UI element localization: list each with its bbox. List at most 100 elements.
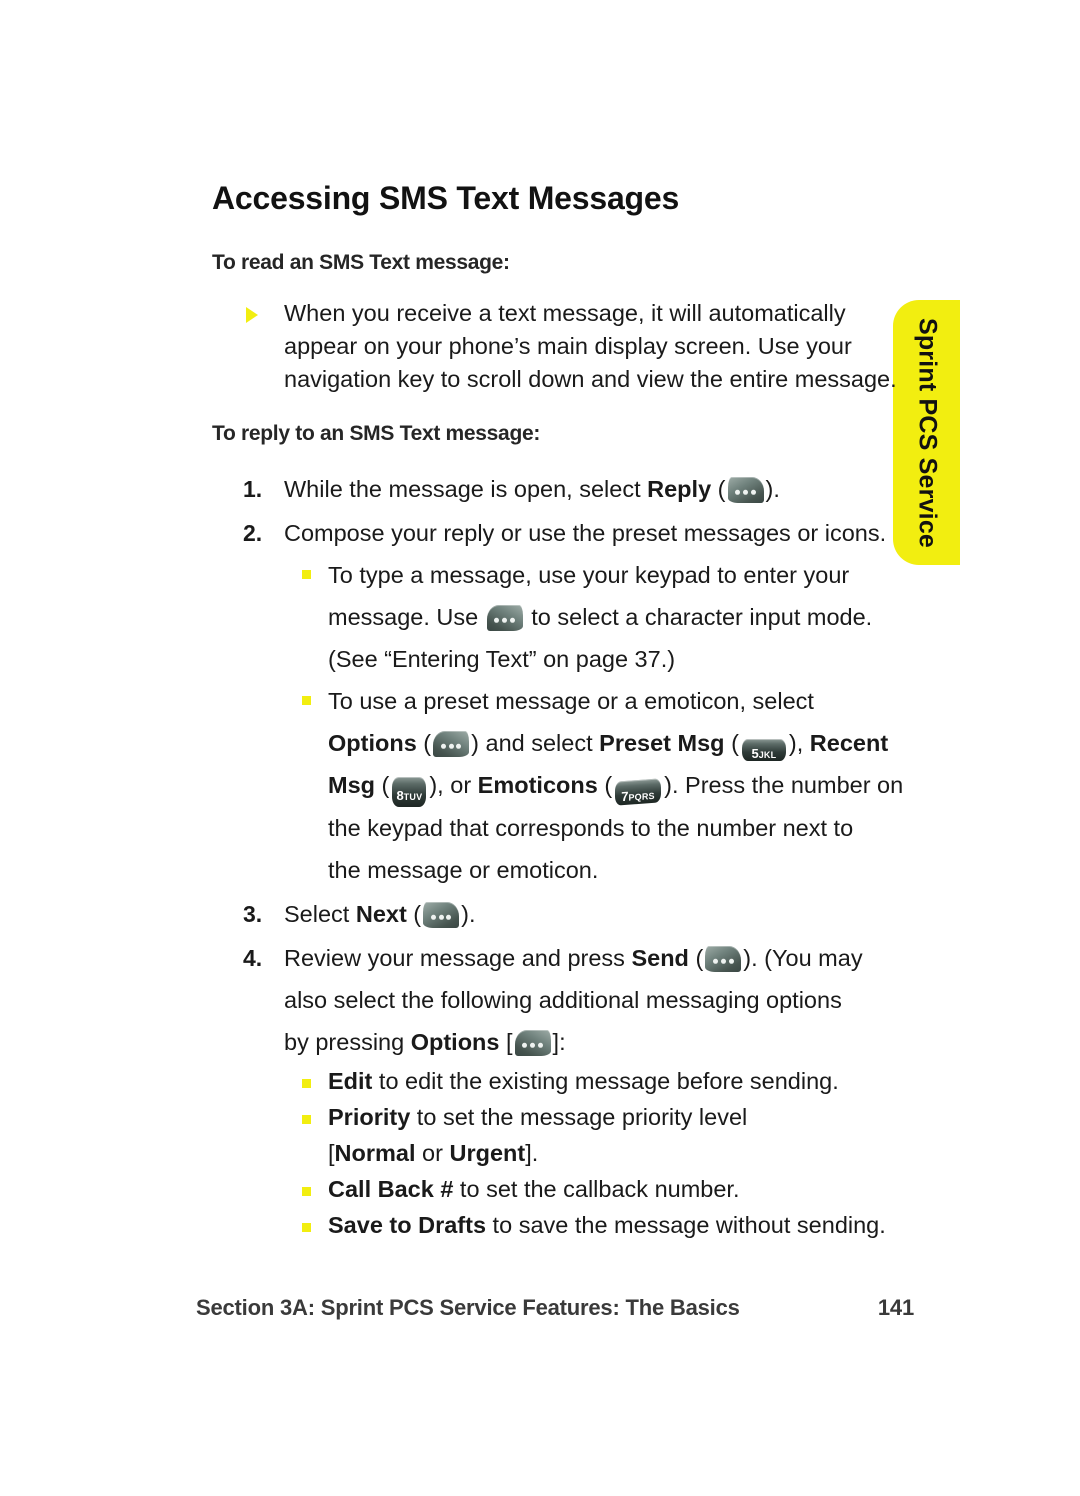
text-mid: ) and select bbox=[471, 730, 600, 756]
subitem-line1: To use a preset message or a emoticon, s… bbox=[328, 688, 814, 714]
list-item: To type a message, use your keypad to en… bbox=[302, 554, 912, 680]
key-letters: JKL bbox=[758, 750, 777, 760]
option-text: to set the message priority level bbox=[410, 1104, 748, 1130]
softkey-right-icon bbox=[433, 731, 470, 757]
page-footer: Section 3A: Sprint PCS Service Features:… bbox=[196, 1295, 914, 1321]
key-letters: PQRS bbox=[628, 790, 655, 803]
step-number: 1. bbox=[243, 476, 263, 502]
step-text-pre: Review your message and press bbox=[284, 945, 632, 971]
read-bullet-list: When you receive a text message, it will… bbox=[212, 297, 912, 396]
option-keyword: Save to Drafts bbox=[328, 1212, 487, 1238]
subitem-line2-post: to select a character input mode. bbox=[524, 604, 873, 630]
footer-section-label: Section 3A: Sprint PCS Service Features:… bbox=[196, 1295, 740, 1320]
paren-open: ( bbox=[711, 476, 726, 502]
subitem-line3: (See “Entering Text” on page 37.) bbox=[328, 646, 676, 672]
bracket-close: ]: bbox=[552, 1029, 566, 1055]
paren-open: ( bbox=[688, 945, 704, 971]
list-item: To use a preset message or a emoticon, s… bbox=[302, 680, 912, 891]
bracket-close: ]. bbox=[525, 1140, 539, 1166]
step-text: Compose your reply or use the preset mes… bbox=[284, 520, 887, 546]
subitem-line2-pre: message. Use bbox=[328, 604, 485, 630]
step-number: 3. bbox=[243, 901, 263, 927]
option-text: to save the message without sending. bbox=[486, 1212, 886, 1238]
bracket-open: [ bbox=[499, 1029, 513, 1055]
subitem-line4: the keypad that corresponds to the numbe… bbox=[328, 815, 854, 841]
softkey-left-icon bbox=[727, 477, 764, 503]
step-keyword: Reply bbox=[647, 476, 712, 502]
list-item: When you receive a text message, it will… bbox=[212, 297, 912, 396]
options-keyword: Options bbox=[410, 1029, 500, 1055]
paren-open: ( bbox=[406, 901, 422, 927]
paren-close: ). bbox=[765, 476, 780, 502]
paren-close: ). bbox=[461, 901, 476, 927]
list-item: 4. Review your message and press Send ()… bbox=[212, 937, 912, 1243]
option-text: to set the callback number. bbox=[453, 1176, 740, 1202]
send-keyword: Send bbox=[631, 945, 689, 971]
list-item: 3. Select Next (). bbox=[212, 893, 912, 935]
step-number: 4. bbox=[243, 945, 263, 971]
reply-steps-list: 1. While the message is open, select Rep… bbox=[212, 468, 912, 1243]
manual-page: Sprint PCS Service Accessing SMS Text Me… bbox=[0, 0, 1080, 1496]
keypad-key-8-icon: 8TUV bbox=[392, 777, 427, 807]
text-post: ). Press the number on bbox=[664, 772, 904, 798]
options-keyword: Options bbox=[328, 730, 417, 756]
priority-urgent: Urgent bbox=[449, 1140, 526, 1166]
text-mid: or bbox=[415, 1140, 450, 1166]
footer-page-number: 141 bbox=[877, 1295, 914, 1320]
square-bullet-icon bbox=[302, 1187, 311, 1196]
step-text-pre: Select bbox=[284, 901, 356, 927]
page-content: Accessing SMS Text Messages To read an S… bbox=[212, 180, 912, 1245]
text-mid: ), or bbox=[429, 772, 478, 798]
paren-open: ( bbox=[597, 772, 613, 798]
preset-msg-keyword: Preset Msg bbox=[599, 730, 725, 756]
paren-open: ( bbox=[416, 730, 432, 756]
square-bullet-icon bbox=[302, 1079, 311, 1088]
option-keyword: Call Back # bbox=[328, 1176, 454, 1202]
paren-open: ( bbox=[375, 772, 390, 798]
option-keyword: Edit bbox=[328, 1068, 373, 1094]
msg-keyword: Msg bbox=[328, 772, 375, 798]
list-item: 1. While the message is open, select Rep… bbox=[212, 468, 912, 510]
side-tab-label: Sprint PCS Service bbox=[913, 317, 941, 548]
square-bullet-icon bbox=[302, 696, 311, 705]
keypad-key-5-icon: 5JKL bbox=[741, 739, 786, 761]
softkey-right-icon bbox=[514, 1030, 551, 1056]
option-text: to edit the existing message before send… bbox=[372, 1068, 839, 1094]
text-mid: ), bbox=[788, 730, 810, 756]
subitem-line1: To type a message, use your keypad to en… bbox=[328, 562, 850, 588]
step2-sub-list: To type a message, use your keypad to en… bbox=[302, 554, 912, 891]
triangle-bullet-icon bbox=[246, 307, 258, 323]
step-keyword: Next bbox=[355, 901, 407, 927]
square-bullet-icon bbox=[302, 1223, 311, 1232]
square-bullet-icon bbox=[302, 570, 311, 579]
read-bullet-text: When you receive a text message, it will… bbox=[284, 300, 897, 392]
emoticons-keyword: Emoticons bbox=[477, 772, 598, 798]
softkey-right-icon bbox=[486, 605, 523, 631]
softkey-left-icon bbox=[705, 946, 742, 972]
list-item: Save to Drafts to save the message witho… bbox=[302, 1207, 912, 1243]
key-digit: 5 bbox=[751, 746, 759, 761]
list-item: 2. Compose your reply or use the preset … bbox=[212, 512, 912, 891]
subitem-line5: the message or emoticon. bbox=[328, 857, 599, 883]
list-item: Priority to set the message priority lev… bbox=[302, 1099, 912, 1171]
list-item: Call Back # to set the callback number. bbox=[302, 1171, 912, 1207]
messaging-options-list: Edit to edit the existing message before… bbox=[302, 1063, 912, 1243]
step-line3-pre: by pressing bbox=[284, 1029, 411, 1055]
step-text-pre: While the message is open, select bbox=[284, 476, 648, 502]
option-keyword: Priority bbox=[328, 1104, 411, 1130]
paren-open: ( bbox=[724, 730, 739, 756]
step-number: 2. bbox=[243, 520, 263, 546]
keypad-key-7-icon: 7PQRS bbox=[615, 778, 662, 806]
recent-keyword: Recent bbox=[809, 730, 889, 756]
key-digit: 8 bbox=[396, 788, 404, 803]
step-line2: also select the following additional mes… bbox=[284, 987, 842, 1013]
heading-to-read: To read an SMS Text message: bbox=[212, 251, 510, 274]
text-post: ). (You may bbox=[743, 945, 863, 971]
page-title: Accessing SMS Text Messages bbox=[212, 180, 680, 216]
heading-to-reply: To reply to an SMS Text message: bbox=[212, 422, 541, 445]
softkey-left-icon bbox=[423, 902, 460, 928]
key-letters: TUV bbox=[403, 792, 423, 802]
square-bullet-icon bbox=[302, 1115, 311, 1124]
list-item: Edit to edit the existing message before… bbox=[302, 1063, 912, 1099]
priority-normal: Normal bbox=[334, 1140, 416, 1166]
